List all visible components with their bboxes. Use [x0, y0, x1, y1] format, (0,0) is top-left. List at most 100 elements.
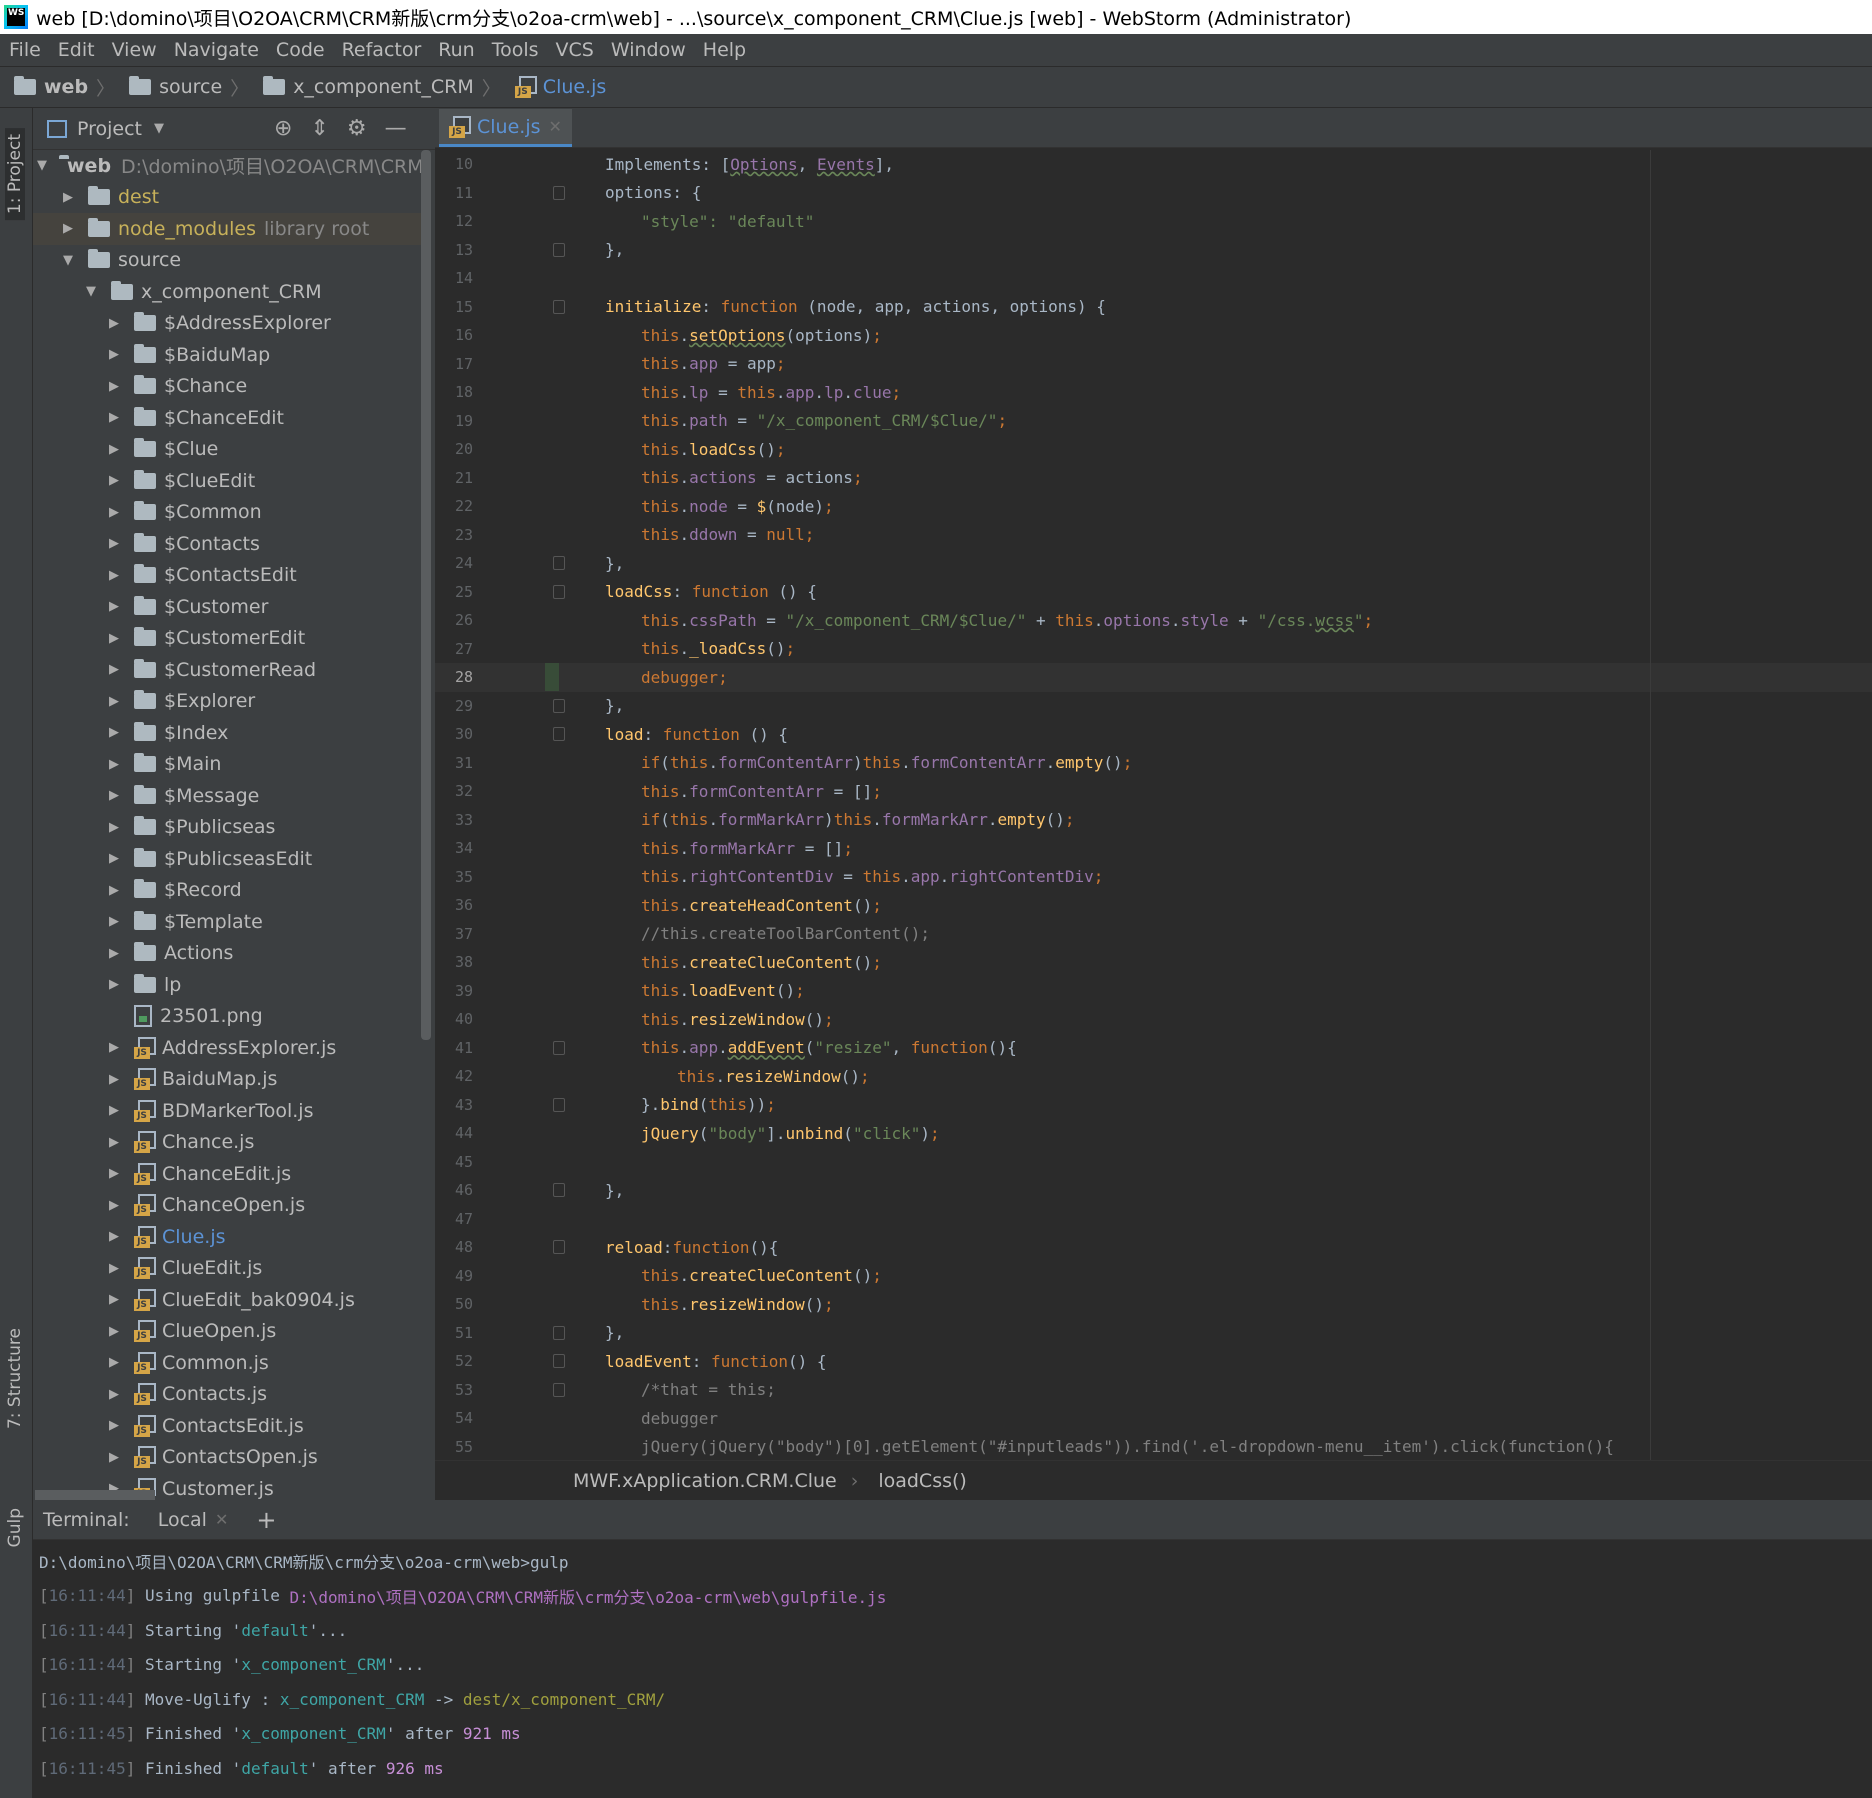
tree-item[interactable]: ▶ $PublicseasEdit [33, 843, 423, 875]
code-line[interactable]: 54 debugger [435, 1404, 1872, 1433]
code-line[interactable]: 46}, [435, 1176, 1872, 1205]
code-line[interactable]: 30 load: function () { [435, 720, 1872, 749]
code-line[interactable]: 34 this.formMarkArr = []; [435, 834, 1872, 863]
menu-file[interactable]: File [9, 39, 41, 61]
collapsed-arrow-icon[interactable]: ▶ [106, 599, 122, 614]
collapsed-arrow-icon[interactable]: ▶ [106, 505, 122, 520]
tree-item[interactable]: ▶ Clue.js [33, 1221, 423, 1253]
fold-marker-icon[interactable] [553, 584, 565, 599]
code-line[interactable]: 11 options: { [435, 179, 1872, 208]
menu-view[interactable]: View [112, 39, 157, 61]
code-line[interactable]: 27 this._loadCss(); [435, 635, 1872, 664]
collapsed-arrow-icon[interactable]: ▶ [106, 1198, 122, 1213]
gulp-tool-tab[interactable]: Gulp [5, 1508, 25, 1547]
tree-item[interactable]: ▶ BaiduMap.js [33, 1064, 423, 1096]
code-line[interactable]: 31 if(this.formContentArr)this.formConten… [435, 749, 1872, 778]
tree-item[interactable]: ▶ node_modules library root [33, 213, 423, 245]
code-line[interactable]: 44 jQuery("body"].unbind("click"); [435, 1119, 1872, 1148]
code-line[interactable]: 29}, [435, 692, 1872, 721]
code-line[interactable]: 49 this.createClueContent(); [435, 1262, 1872, 1291]
tree-item[interactable]: ▶ $Chance [33, 371, 423, 403]
collapsed-arrow-icon[interactable]: ▶ [106, 788, 122, 803]
fold-marker-icon[interactable] [553, 1382, 565, 1397]
tree-item[interactable]: ▶ ClueEdit_bak0904.js [33, 1284, 423, 1316]
code-line[interactable]: 50 this.resizeWindow(); [435, 1290, 1872, 1319]
code-line[interactable]: 52 loadEvent: function() { [435, 1347, 1872, 1376]
code-line[interactable]: 13}, [435, 236, 1872, 265]
code-line[interactable]: 23 this.ddown = null; [435, 521, 1872, 550]
menu-help[interactable]: Help [703, 39, 746, 61]
expanded-arrow-icon[interactable]: ▼ [37, 158, 47, 173]
code-line[interactable]: 26 this.cssPath = "/x_component_CRM/$Clue… [435, 606, 1872, 635]
tree-item[interactable]: 23501.png [33, 1001, 423, 1033]
collapsed-arrow-icon[interactable]: ▶ [106, 694, 122, 709]
gear-icon[interactable]: ⚙ [347, 116, 367, 141]
tree-item[interactable]: ▶ $ClueEdit [33, 465, 423, 497]
tree-item[interactable]: ▶ BDMarkerTool.js [33, 1095, 423, 1127]
menu-run[interactable]: Run [438, 39, 474, 61]
project-tool-tab[interactable]: 1: Project [5, 128, 25, 221]
tree-item[interactable]: ▶ Chance.js [33, 1127, 423, 1159]
code-line[interactable]: 45 [435, 1148, 1872, 1177]
tree-item[interactable]: ▶ ChanceEdit.js [33, 1158, 423, 1190]
tree-item[interactable]: ▼ source [33, 245, 423, 277]
breadcrumb-item[interactable]: source 〉 [129, 74, 249, 101]
fold-marker-icon[interactable] [553, 727, 565, 741]
terminal-tab-local[interactable]: Local [158, 1509, 207, 1531]
code-line[interactable]: 24}, [435, 549, 1872, 578]
tree-item[interactable]: ▶ $Record [33, 875, 423, 907]
collapsed-arrow-icon[interactable]: ▶ [106, 410, 122, 425]
code-line[interactable]: 41 this.app.addEvent("resize", function()… [435, 1034, 1872, 1063]
code-line[interactable]: 51}, [435, 1319, 1872, 1348]
collapsed-arrow-icon[interactable]: ▶ [106, 1292, 122, 1307]
collapsed-arrow-icon[interactable]: ▶ [106, 662, 122, 677]
code-area[interactable]: 10 Implements: [Options, Events], 11 option… [435, 150, 1872, 1460]
fold-marker-icon[interactable] [553, 299, 565, 314]
tree-item[interactable]: ▶ dest [33, 182, 423, 214]
tree-item[interactable]: ▶ $Explorer [33, 686, 423, 718]
fold-marker-icon[interactable] [553, 698, 565, 713]
tree-vertical-scrollbar[interactable] [421, 150, 431, 1040]
tree-horizontal-scrollbar[interactable] [35, 1490, 155, 1500]
code-line[interactable]: 40 this.resizeWindow(); [435, 1005, 1872, 1034]
collapsed-arrow-icon[interactable]: ▶ [106, 473, 122, 488]
code-line[interactable]: 20 this.loadCss(); [435, 435, 1872, 464]
fold-marker-icon[interactable] [553, 185, 565, 200]
fold-marker-icon[interactable] [553, 1325, 565, 1340]
collapsed-arrow-icon[interactable]: ▶ [106, 1103, 122, 1118]
collapsed-arrow-icon[interactable]: ▶ [60, 221, 76, 236]
code-line[interactable]: 48 reload:function(){ [435, 1233, 1872, 1262]
tree-item-root[interactable]: ▼ web D:\domino\项目\O2OA\CRM\CRM新 [33, 150, 423, 182]
tree-item[interactable]: ▶ ChanceOpen.js [33, 1190, 423, 1222]
fold-marker-icon[interactable] [553, 1240, 565, 1254]
code-line[interactable]: 42 this.resizeWindow(); [435, 1062, 1872, 1091]
code-line[interactable]: 53 /*that = this; [435, 1376, 1872, 1405]
tree-item[interactable]: ▶ $Message [33, 780, 423, 812]
collapsed-arrow-icon[interactable]: ▶ [106, 1040, 122, 1055]
tree-item[interactable]: ▶ $Customer [33, 591, 423, 623]
code-line[interactable]: 25 loadCss: function () { [435, 578, 1872, 607]
collapsed-arrow-icon[interactable]: ▶ [60, 190, 76, 205]
menu-code[interactable]: Code [276, 39, 325, 61]
close-terminal-tab-icon[interactable]: ✕ [215, 1510, 228, 1529]
fold-marker-icon[interactable] [553, 1097, 565, 1112]
code-line[interactable]: 14 [435, 264, 1872, 293]
collapsed-arrow-icon[interactable]: ▶ [106, 883, 122, 898]
tree-item[interactable]: ▶ $Clue [33, 434, 423, 466]
tree-item[interactable]: ▶ lp [33, 969, 423, 1001]
code-line[interactable]: 17 this.app = app; [435, 350, 1872, 379]
expanded-arrow-icon[interactable]: ▼ [60, 253, 76, 268]
collapsed-arrow-icon[interactable]: ▶ [106, 536, 122, 551]
collapsed-arrow-icon[interactable]: ▶ [106, 347, 122, 362]
code-line[interactable]: 55 jQuery(jQuery("body")[0].getElement("#… [435, 1433, 1872, 1462]
tree-item[interactable]: ▶ ClueOpen.js [33, 1316, 423, 1348]
tree-item[interactable]: ▶ $Common [33, 497, 423, 529]
collapsed-arrow-icon[interactable]: ▶ [106, 1072, 122, 1087]
expanded-arrow-icon[interactable]: ▼ [83, 284, 99, 299]
tree-item[interactable]: ▶ $CustomerEdit [33, 623, 423, 655]
code-line[interactable]: 47 [435, 1205, 1872, 1234]
collapsed-arrow-icon[interactable]: ▶ [106, 1418, 122, 1433]
new-terminal-icon[interactable]: + [256, 1506, 276, 1534]
fold-marker-icon[interactable] [553, 556, 565, 570]
fold-marker-icon[interactable] [553, 1354, 565, 1368]
